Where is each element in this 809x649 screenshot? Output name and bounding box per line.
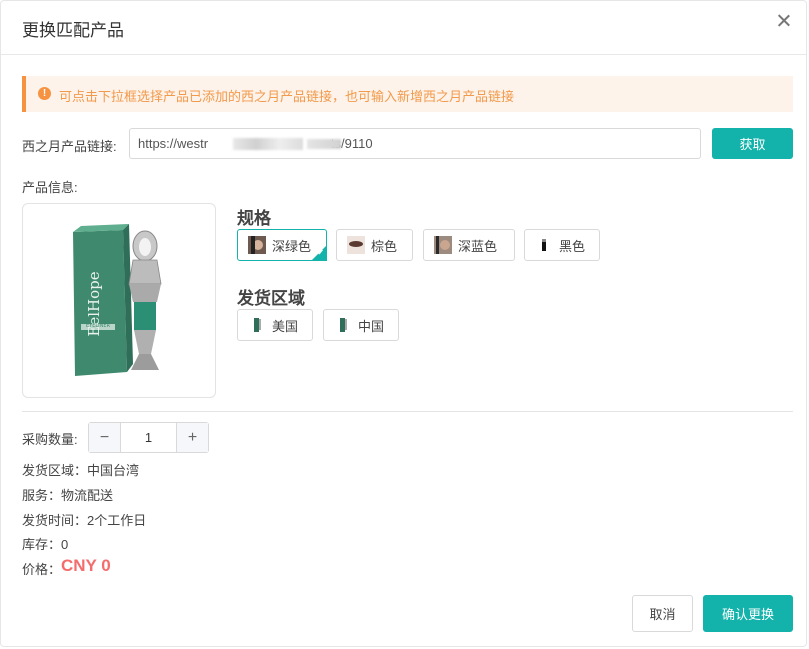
- region-label: 美国: [272, 318, 299, 334]
- spec-title: 规格: [237, 209, 271, 228]
- product-link-input[interactable]: [129, 128, 701, 159]
- spec-label: 棕色: [371, 238, 398, 254]
- product-info-label: 产品信息:: [22, 180, 78, 195]
- swatch-thumbnail: [434, 236, 452, 254]
- swatch-thumbnail: [347, 236, 365, 254]
- ship-region-text: 发货区域：中国台湾: [22, 463, 140, 478]
- confirm-replace-button[interactable]: 确认更换: [703, 595, 793, 632]
- increment-button[interactable]: +: [176, 423, 208, 452]
- fetch-button[interactable]: 获取: [712, 128, 793, 159]
- decrement-button[interactable]: −: [89, 423, 121, 452]
- region-title: 发货区域: [237, 289, 305, 308]
- cancel-button[interactable]: 取消: [632, 595, 693, 632]
- spec-label: 深蓝色: [458, 238, 498, 254]
- replace-product-dialog: 更换匹配产品 ! 可点击下拉框选择产品已添加的西之月产品链接，也可输入新增西之月…: [0, 0, 807, 647]
- section-divider: [22, 411, 793, 412]
- region-thumbnail: [248, 316, 266, 334]
- check-icon: ✔: [317, 248, 324, 257]
- spec-option-dark-green[interactable]: 深绿色 ✔: [237, 229, 327, 261]
- product-image: EelHope EYELINER: [73, 224, 162, 376]
- ship-time-text: 发货时间：2个工作日: [22, 513, 147, 528]
- swatch-thumbnail: [248, 236, 266, 254]
- quantity-stepper[interactable]: − 1 +: [88, 422, 209, 453]
- quantity-label: 采购数量:: [22, 432, 78, 447]
- region-label: 中国: [358, 318, 385, 334]
- swatch-thumbnail: [535, 236, 553, 254]
- spec-option-brown[interactable]: 棕色: [336, 229, 413, 261]
- info-alert: ! 可点击下拉框选择产品已添加的西之月产品链接，也可输入新增西之月产品链接: [22, 76, 793, 112]
- warning-circle-icon: !: [38, 87, 51, 100]
- spec-option-black[interactable]: 黑色: [524, 229, 600, 261]
- quantity-value[interactable]: 1: [121, 423, 176, 452]
- spec-label: 深绿色: [272, 238, 312, 254]
- link-label: 西之月产品链接:: [22, 139, 117, 154]
- stock-text: 库存：0: [22, 537, 69, 552]
- region-thumbnail: [334, 316, 352, 334]
- service-text: 服务：物流配送: [22, 488, 114, 503]
- dialog-title: 更换匹配产品: [22, 21, 124, 40]
- dialog-header: 更换匹配产品: [1, 1, 806, 55]
- spec-label: 黑色: [559, 238, 586, 254]
- region-option-us[interactable]: 美国: [237, 309, 313, 341]
- price-value: CNY 0: [61, 556, 111, 575]
- price-label: 价格：: [22, 562, 62, 577]
- product-image-box: EelHope EYELINER: [22, 203, 216, 398]
- spec-option-dark-blue[interactable]: 深蓝色: [423, 229, 515, 261]
- redacted-url-part: [307, 139, 341, 149]
- product-subtext: EYELINER: [86, 323, 111, 329]
- alert-text: 可点击下拉框选择产品已添加的西之月产品链接，也可输入新增西之月产品链接: [59, 89, 515, 104]
- redacted-url-part: [233, 138, 303, 150]
- region-option-cn[interactable]: 中国: [323, 309, 399, 341]
- close-icon[interactable]: [774, 11, 794, 31]
